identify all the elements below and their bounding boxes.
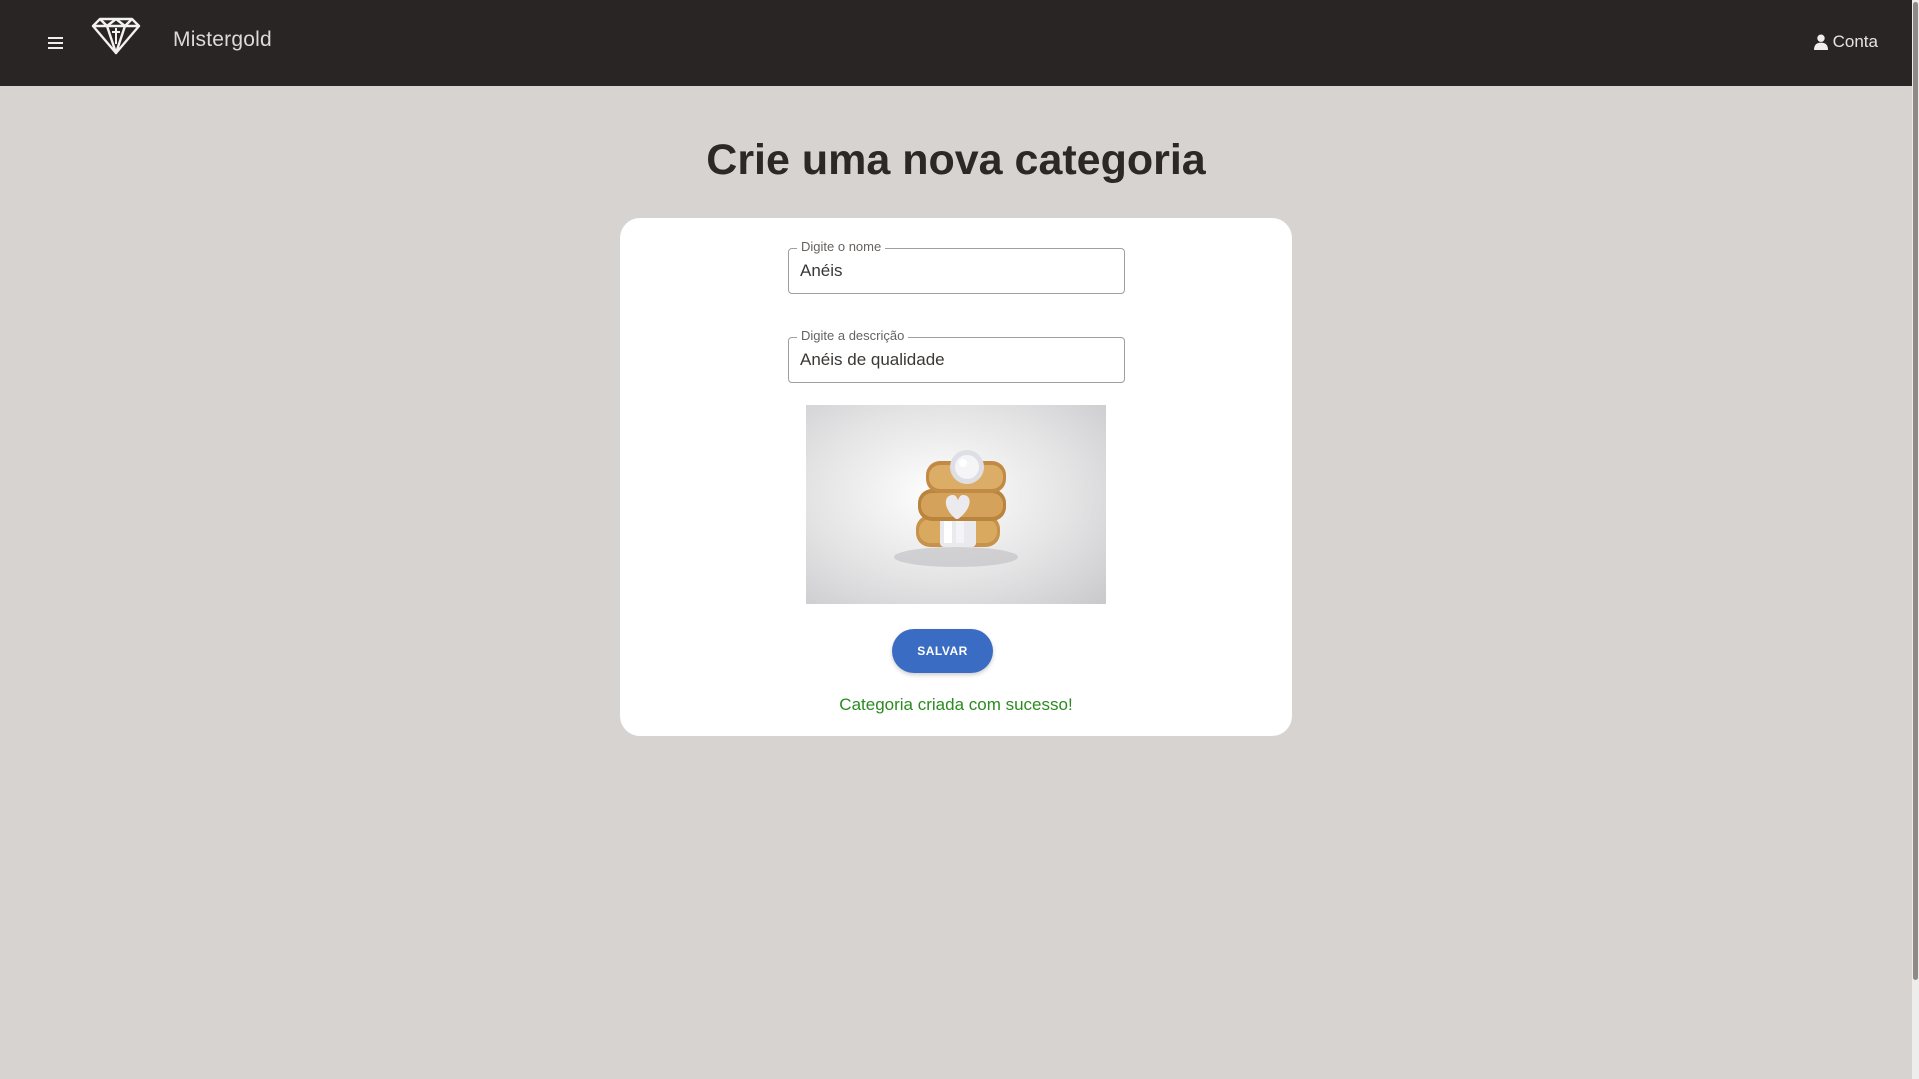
- success-message: Categoria criada com sucesso!: [839, 695, 1073, 714]
- page-title: Crie uma nova categoria: [706, 136, 1206, 184]
- account-button[interactable]: Conta: [1813, 32, 1878, 52]
- description-input[interactable]: [800, 350, 1110, 370]
- rings-photo: [894, 450, 1018, 567]
- name-field[interactable]: Digite o nome: [788, 239, 1125, 294]
- category-image-preview: [806, 405, 1106, 604]
- save-button[interactable]: SALVAR: [892, 629, 993, 673]
- description-field-label: Digite a descrição: [797, 328, 909, 343]
- brand-name[interactable]: Mistergold: [173, 28, 272, 52]
- name-field-label: Digite o nome: [797, 239, 886, 254]
- user-icon: [1813, 34, 1828, 50]
- category-form-card: Digite o nome Digite a descrição SALV: [620, 218, 1292, 736]
- account-label: Conta: [1832, 32, 1878, 51]
- diamond-logo-icon[interactable]: [90, 16, 142, 56]
- page-scrollbar[interactable]: [1912, 0, 1919, 1079]
- description-field[interactable]: Digite a descrição: [788, 328, 1125, 383]
- top-navbar: Mistergold Conta: [0, 0, 1912, 86]
- scrollbar-thumb[interactable]: [1913, 2, 1918, 980]
- menu-icon[interactable]: [44, 30, 68, 54]
- name-input[interactable]: [800, 261, 1110, 281]
